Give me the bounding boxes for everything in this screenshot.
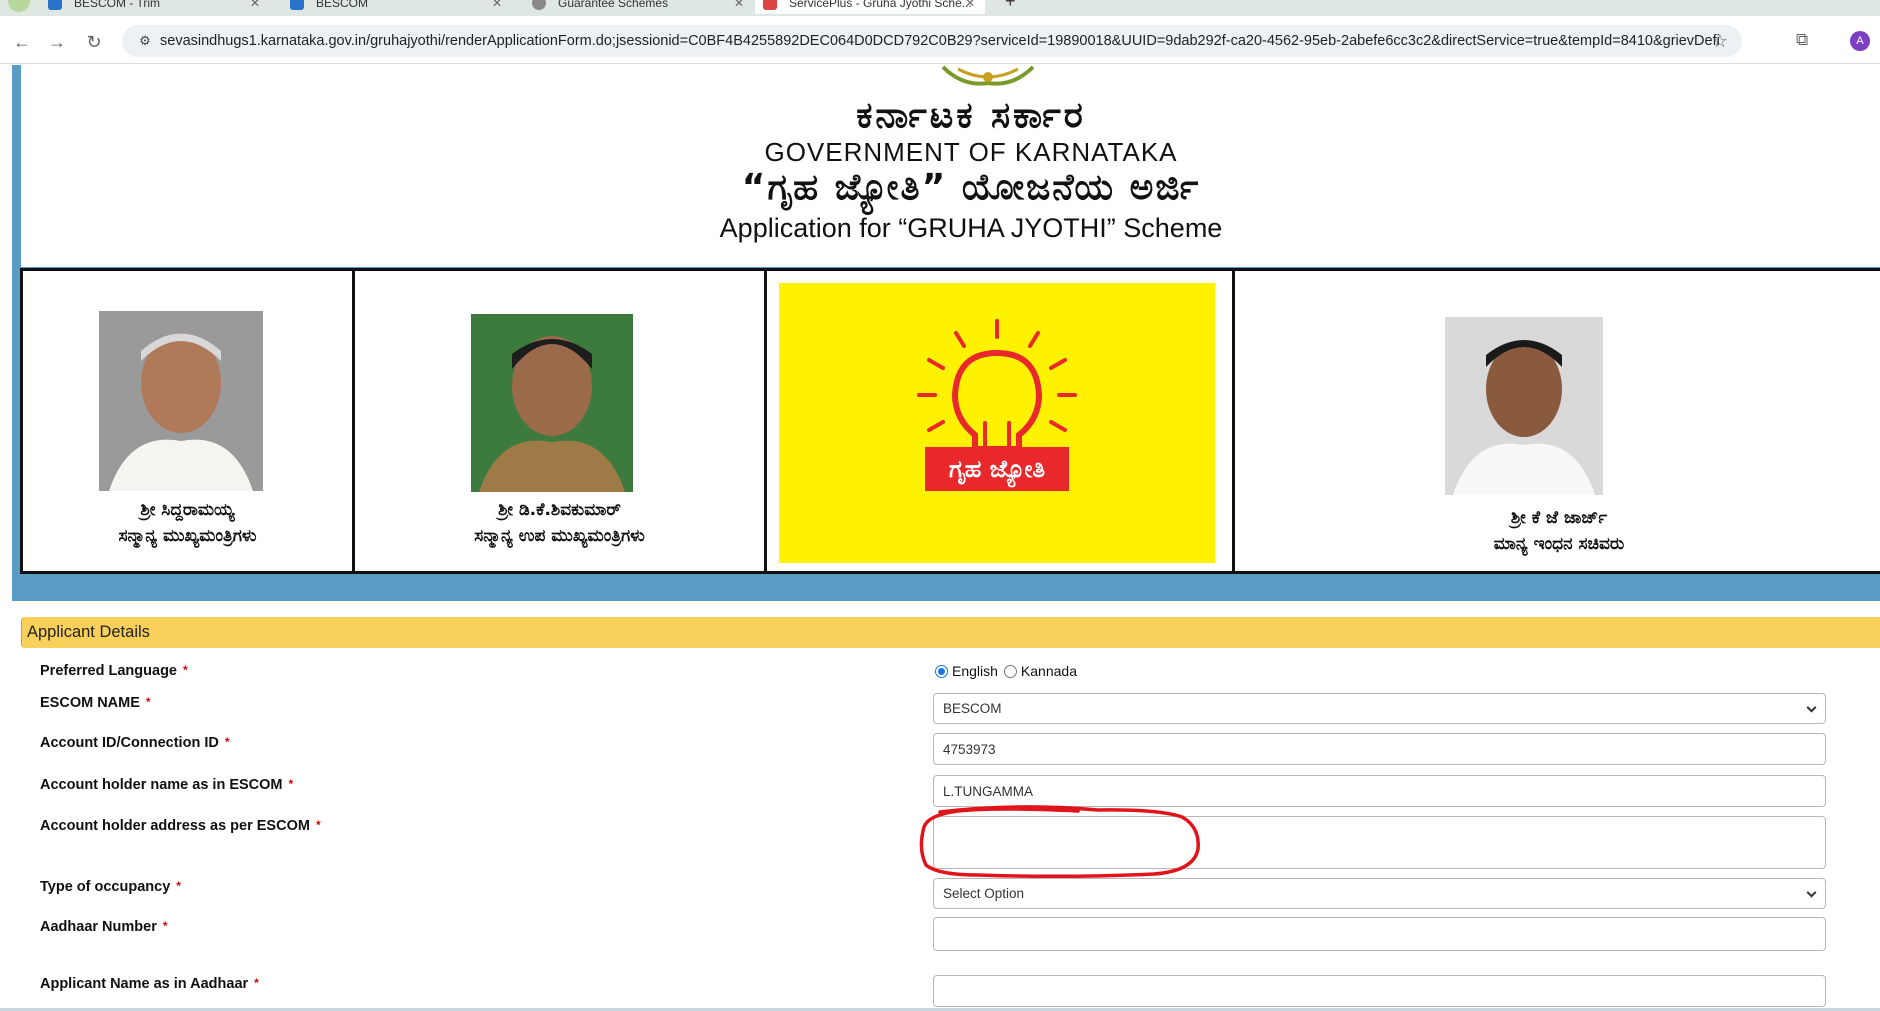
scheme-title-english: Application for “GRUHA JYOTHI” Scheme xyxy=(719,213,1223,243)
close-tab-icon[interactable]: ✕ xyxy=(734,0,744,10)
profile-avatar[interactable]: A xyxy=(1850,31,1870,51)
title-kannada: ಕರ್ನಾಟಕ ಸರ್ಕಾರ xyxy=(856,95,1086,136)
globe-favicon-icon xyxy=(532,0,546,10)
radio-english-label[interactable]: English xyxy=(952,663,998,679)
preferred-language-label: Preferred Language * xyxy=(40,663,188,679)
karnataka-emblem-icon xyxy=(941,65,1035,86)
bescom-favicon-icon xyxy=(48,0,62,10)
cm-name: ಶ್ರೀ ಸಿದ್ದರಾಮಯ್ಯ xyxy=(140,500,235,520)
close-tab-icon[interactable]: ✕ xyxy=(965,0,975,10)
escom-name-label: ESCOM NAME * xyxy=(40,695,151,711)
account-id-label: Account ID/Connection ID * xyxy=(40,735,230,751)
logo-caption: ಗೃಹ ಜ್ಯೋತಿ xyxy=(948,455,1046,483)
aadhaar-label: Aadhaar Number * xyxy=(40,919,168,935)
banner-cell-minister: ಶ್ರೀ ಕೆ ಜೆ ಜಾರ್ಜ್ ಮಾನ್ಯ ಇಂಧನ ಸಚಿವರು xyxy=(1235,271,1880,571)
address-bar[interactable]: ⚙ sevasindhugs1.karnataka.gov.in/gruhajy… xyxy=(122,25,1742,57)
tab-bescom-trim[interactable]: BESCOM - Trim ✕ xyxy=(40,0,270,14)
account-id-input[interactable]: 4753973 xyxy=(933,733,1826,765)
forward-icon[interactable]: → xyxy=(45,30,69,54)
radio-kannada-label[interactable]: Kannada xyxy=(1021,663,1077,679)
holder-name-input[interactable]: L.TUNGAMMA xyxy=(933,775,1826,807)
browser-tab-strip: BESCOM - Trim ✕ BESCOM ✕ Guarantee Schem… xyxy=(0,0,1880,16)
occupancy-label: Type of occupancy * xyxy=(40,879,181,895)
tab-guarantee-schemes[interactable]: Guarantee Schemes ✕ xyxy=(524,0,754,14)
browser-toolbar: ← → ↻ ⚙ sevasindhugs1.karnataka.gov.in/g… xyxy=(0,16,1880,64)
minister-name: ಶ್ರೀ ಕೆ ಜೆ ಜಾರ್ಜ್ xyxy=(1510,508,1608,528)
section-header-applicant-details: Applicant Details xyxy=(21,617,1880,648)
title-english: GOVERNMENT OF KARNATAKA xyxy=(764,137,1178,167)
page-header: ಕರ್ನಾಟಕ ಸರ್ಕಾರ GOVERNMENT OF KARNATAKA “… xyxy=(21,65,1880,267)
close-tab-icon[interactable]: ✕ xyxy=(492,0,502,10)
holder-address-label: Account holder address as per ESCOM * xyxy=(40,818,321,834)
dcm-name: ಶ್ರೀ ಡಿ.ಕೆ.ಶಿವಕುಮಾರ್ xyxy=(498,500,621,520)
gruha-jyothi-logo: ಗೃಹ ಜ್ಯೋತಿ xyxy=(779,283,1215,563)
site-info-icon[interactable]: ⚙ xyxy=(130,33,160,49)
extensions-icon[interactable]: ⧉ xyxy=(1796,30,1808,50)
serviceplus-favicon-icon xyxy=(763,0,777,10)
cm-title: ಸನ್ಮಾನ್ಯ ಮುಖ್ಯಮಂತ್ರಿಗಳು xyxy=(118,526,257,546)
tab-group-icon[interactable] xyxy=(8,0,30,12)
scheme-title-kannada: “ಗೃಹ ಜ್ಯೋತಿ” ಯೋಜನೆಯ ಅರ್ಜಿ xyxy=(741,167,1201,208)
url-text[interactable]: sevasindhugs1.karnataka.gov.in/gruhajyot… xyxy=(160,33,1720,49)
aadhaar-name-label: Applicant Name as in Aadhaar * xyxy=(40,976,259,992)
chevron-down-icon xyxy=(1806,887,1817,898)
close-tab-icon[interactable]: ✕ xyxy=(250,0,260,10)
bescom-favicon-icon xyxy=(290,0,304,10)
tab-gruha-jyothi[interactable]: ServicePlus - Gruha Jyothi Sche... ✕ xyxy=(755,0,985,14)
preferred-language-radio-group: English Kannada xyxy=(935,663,1077,679)
reload-icon[interactable]: ↻ xyxy=(82,30,106,54)
red-circle-annotation xyxy=(919,805,1200,879)
banner-cell-dcm: ಶ್ರೀ ಡಿ.ಕೆ.ಶಿವಕುಮಾರ್ ಸನ್ಮಾನ್ಯ ಉಪ ಮುಖ್ಯಮಂ… xyxy=(355,271,767,571)
bookmark-star-icon[interactable]: ☆ xyxy=(1712,31,1728,52)
deputy-cm-portrait xyxy=(471,314,633,492)
tab-bescom[interactable]: BESCOM ✕ xyxy=(282,0,512,14)
back-icon[interactable]: ← xyxy=(10,30,34,54)
escom-name-select[interactable]: BESCOM xyxy=(933,693,1826,724)
holder-name-label: Account holder name as in ESCOM * xyxy=(40,777,294,793)
radio-kannada[interactable] xyxy=(1003,664,1017,678)
light-bulb-icon xyxy=(917,319,1077,491)
banner-cell-cm: ಶ್ರೀ ಸಿದ್ದರಾಮಯ್ಯ ಸನ್ಮಾನ್ಯ ಮುಖ್ಯಮಂತ್ರಿಗಳು xyxy=(23,271,355,571)
new-tab-icon[interactable]: + xyxy=(1005,0,1016,12)
dcm-title: ಸನ್ಮಾನ್ಯ ಉಪ ಮುಖ್ಯಮಂತ್ರಿಗಳು xyxy=(474,526,645,546)
chevron-down-icon xyxy=(1806,702,1817,713)
aadhaar-name-input[interactable] xyxy=(933,975,1826,1007)
minister-title: ಮಾನ್ಯ ಇಂಧನ ಸಚಿವರು xyxy=(1493,534,1625,554)
aadhaar-input[interactable] xyxy=(933,917,1826,951)
energy-minister-portrait xyxy=(1445,317,1603,495)
occupancy-select[interactable]: Select Option xyxy=(933,878,1826,909)
chief-minister-portrait xyxy=(99,311,263,491)
radio-english[interactable] xyxy=(935,664,948,678)
